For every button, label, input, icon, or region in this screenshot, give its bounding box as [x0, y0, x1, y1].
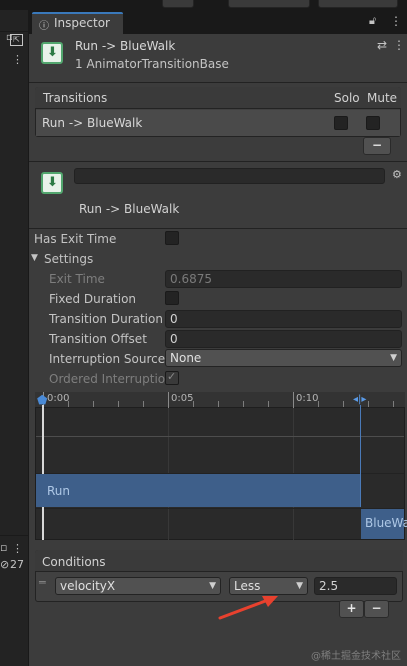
toolbar-button[interactable]	[162, 0, 194, 8]
maximize-icon[interactable]: ⇱	[10, 34, 23, 46]
transition-name-field[interactable]	[74, 168, 385, 184]
exit-time-label: Exit Time	[49, 272, 105, 286]
top-toolbar-strip	[0, 0, 407, 10]
mute-checkbox[interactable]	[366, 116, 380, 130]
remove-condition-button[interactable]: −	[364, 600, 389, 618]
annotation-arrow	[218, 596, 278, 620]
transition-end-marker-icon[interactable]: ◂|▸	[353, 394, 366, 405]
ordered-interruption-checkbox: ✓	[165, 370, 179, 385]
page-title: Run -> BlueWalk	[75, 39, 176, 53]
menu-dots-icon[interactable]: ⋮	[12, 53, 23, 66]
timeline-ruler	[35, 392, 405, 408]
menu-dots-icon[interactable]: ⋮	[390, 14, 402, 28]
tab-inspector[interactable]: ⓘ Inspector	[32, 12, 123, 34]
transition-duration-label: Transition Duration (	[49, 312, 172, 326]
fixed-duration-checkbox[interactable]	[165, 291, 179, 305]
lock-icon[interactable]: 🔓︎	[369, 14, 376, 28]
preset-icon[interactable]: ⇄	[377, 38, 387, 52]
has-exit-time-checkbox[interactable]	[165, 231, 179, 245]
transition-duration-field[interactable]: 0	[165, 310, 402, 328]
transition-icon: ⬇	[41, 42, 63, 64]
tick-label: 0:00	[47, 393, 70, 404]
condition-parameter-dropdown[interactable]: velocityX ▼	[55, 577, 221, 595]
transition-offset-field[interactable]: 0	[165, 330, 402, 348]
mute-label: Mute	[367, 91, 398, 105]
layers-dropdown[interactable]	[228, 0, 310, 8]
chevron-down-icon: ▼	[296, 581, 303, 591]
tab-label: Inspector	[54, 16, 110, 30]
menu-dots-icon[interactable]: ⋮	[393, 38, 405, 52]
exit-time-field: 0.6875	[165, 270, 402, 288]
transition-timeline[interactable]	[35, 392, 405, 540]
add-condition-button[interactable]: +	[339, 600, 364, 618]
condition-value-field[interactable]: 2.5	[314, 577, 397, 595]
list-item-label: Run -> BlueWalk	[42, 116, 143, 130]
tick-label: 0:10	[296, 393, 319, 404]
clip-from-label: Run	[47, 484, 71, 498]
clip-bar-from[interactable]	[36, 474, 360, 507]
tick-label: 0:05	[171, 393, 194, 404]
lock-icon[interactable]: ▫	[0, 541, 7, 554]
transition-boundary	[360, 405, 361, 507]
transition-title: Run -> BlueWalk	[79, 202, 180, 216]
layout-dropdown[interactable]	[318, 0, 398, 8]
solo-label: Solo	[334, 91, 360, 105]
drag-handle-icon[interactable]: ═	[39, 576, 46, 589]
foldout-arrow-icon[interactable]: ▼	[31, 253, 38, 263]
fixed-duration-label: Fixed Duration	[49, 292, 137, 306]
remove-transition-button[interactable]: −	[363, 137, 391, 155]
check-icon: ✓	[167, 370, 177, 383]
settings-label[interactable]: Settings	[44, 252, 93, 266]
playhead-line	[42, 405, 44, 540]
clip-to-label: BlueWa	[365, 516, 407, 530]
interruption-source-value: None	[170, 351, 202, 365]
interruption-source-label: Interruption Source	[49, 352, 166, 366]
solo-checkbox[interactable]	[334, 116, 348, 130]
hidden-count: 27	[10, 558, 24, 571]
transitions-label: Transitions	[43, 91, 108, 105]
watermark: @稀土掘金技术社区	[311, 651, 401, 662]
conditions-label: Conditions	[42, 555, 106, 569]
has-exit-time-label: Has Exit Time	[34, 232, 117, 246]
transition-offset-label: Transition Offset	[49, 332, 147, 346]
gear-icon[interactable]: ⚙	[392, 168, 402, 181]
interruption-source-dropdown[interactable]: None ▼	[165, 349, 402, 367]
transition-icon: ⬇	[41, 172, 63, 194]
info-icon: ⓘ	[39, 21, 49, 32]
visibility-icon[interactable]: ⊘	[0, 558, 9, 571]
ordered-interruption-label: Ordered Interruption	[49, 372, 173, 386]
chevron-down-icon: ▼	[390, 353, 397, 363]
page-subtitle: 1 AnimatorTransitionBase	[75, 57, 229, 71]
condition-parameter-value: velocityX	[60, 579, 116, 593]
menu-dots-icon[interactable]: ⋮	[12, 542, 23, 555]
left-panel-strip: ▫ ⇱ ⋮ ▫ ⋮ ⊘ 27	[0, 10, 29, 666]
